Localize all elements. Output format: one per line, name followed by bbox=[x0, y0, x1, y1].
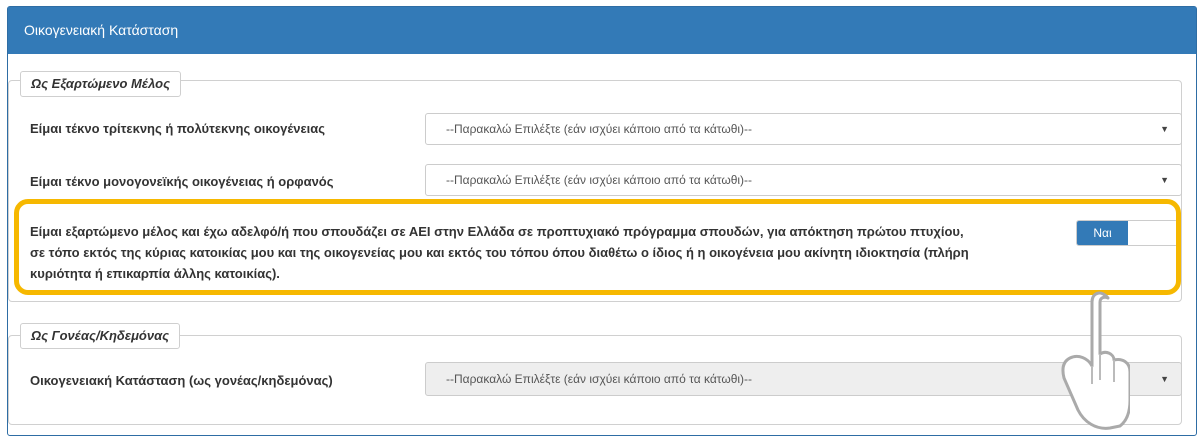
hand-pointer-icon bbox=[1061, 291, 1130, 430]
single-parent-select-value: --Παρακαλώ Επιλέξτε (εάν ισχύει κάποιο α… bbox=[446, 173, 753, 187]
large-family-label: Είμαι τέκνο τρίτεκνης ή πολύτεκνης οικογ… bbox=[30, 121, 325, 136]
caret-down-icon: ▼ bbox=[1160, 175, 1169, 185]
large-family-select[interactable]: --Παρακαλώ Επιλέξτε (εάν ισχύει κάποιο α… bbox=[425, 113, 1182, 145]
single-parent-select[interactable]: --Παρακαλώ Επιλέξτε (εάν ισχύει κάποιο α… bbox=[425, 164, 1182, 196]
single-parent-label: Είμαι τέκνο μονογονεϊκής οικογένειας ή ο… bbox=[30, 174, 334, 189]
highlight-frame bbox=[14, 199, 1181, 295]
parent-family-status-select-value: --Παρακαλώ Επιλέξτε (εάν ισχύει κάποιο α… bbox=[446, 372, 753, 386]
panel-title: Οικογενειακή Κατάσταση bbox=[8, 7, 1196, 54]
parent-guardian-legend: Ως Γονέας/Κηδεμόνας bbox=[20, 323, 181, 349]
caret-down-icon: ▼ bbox=[1160, 124, 1169, 134]
parent-family-status-label: Οικογενειακή Κατάσταση (ως γονέας/κηδεμό… bbox=[30, 373, 333, 388]
dependent-member-legend: Ως Εξαρτώμενο Μέλος bbox=[20, 71, 182, 97]
caret-down-icon: ▼ bbox=[1160, 374, 1169, 384]
large-family-select-value: --Παρακαλώ Επιλέξτε (εάν ισχύει κάποιο α… bbox=[446, 122, 753, 136]
